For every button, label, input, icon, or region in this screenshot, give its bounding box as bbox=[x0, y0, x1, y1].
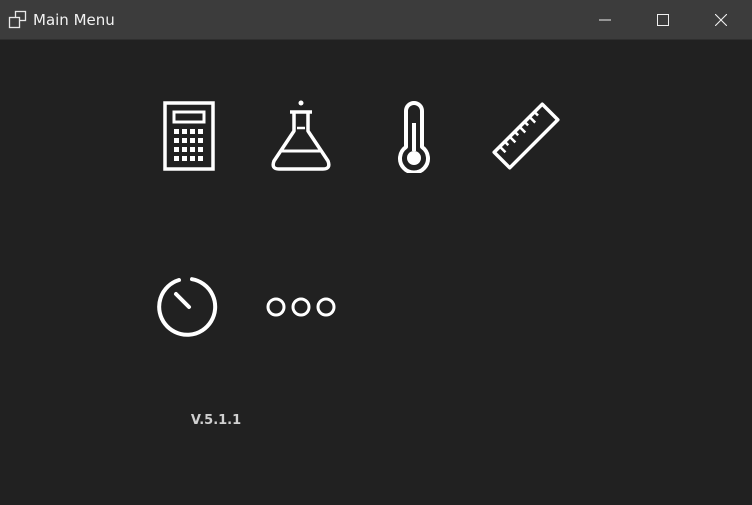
minimize-icon bbox=[599, 19, 611, 21]
maximize-icon bbox=[657, 14, 669, 26]
window-title: Main Menu bbox=[33, 11, 115, 29]
close-icon bbox=[715, 14, 727, 26]
maximize-button[interactable] bbox=[634, 0, 692, 40]
timer-icon bbox=[157, 277, 218, 337]
calculator-button[interactable] bbox=[144, 91, 234, 181]
flask-icon bbox=[271, 100, 331, 171]
temperature-button[interactable] bbox=[369, 91, 459, 181]
calculator-icon bbox=[163, 101, 215, 171]
thermometer-icon bbox=[398, 101, 430, 173]
minimize-button[interactable] bbox=[576, 0, 634, 40]
title-bar[interactable]: Main Menu bbox=[0, 0, 752, 40]
timer-button[interactable] bbox=[144, 262, 234, 352]
ruler-icon bbox=[492, 102, 560, 170]
window-restore-icon bbox=[8, 10, 28, 30]
more-icon bbox=[266, 297, 336, 317]
more-button[interactable] bbox=[256, 262, 346, 352]
measurement-button[interactable] bbox=[481, 91, 571, 181]
chemistry-button[interactable] bbox=[256, 91, 346, 181]
close-button[interactable] bbox=[692, 0, 750, 40]
version-label: V.5.1.1 bbox=[190, 413, 242, 428]
